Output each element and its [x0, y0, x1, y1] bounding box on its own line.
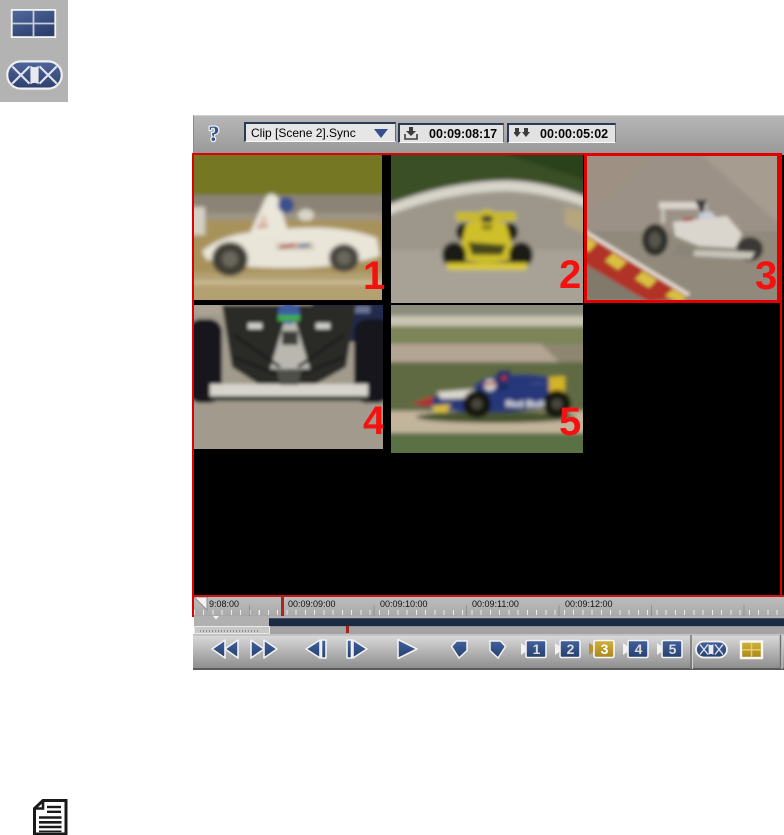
svg-text:?: ?	[209, 121, 220, 146]
svg-text:Red Bull: Red Bull	[506, 399, 545, 410]
svg-text:4: 4	[635, 641, 643, 657]
svg-text:1: 1	[533, 641, 541, 657]
svg-text:2: 2	[567, 641, 575, 657]
svg-text:5: 5	[669, 641, 677, 657]
svg-text:3: 3	[601, 641, 609, 657]
